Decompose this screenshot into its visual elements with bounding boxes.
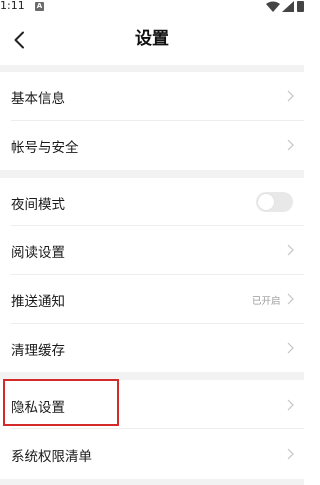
settings-row-clear-cache[interactable]: 清理缓存 bbox=[0, 324, 304, 372]
row-label: 夜间模式 bbox=[11, 197, 65, 213]
chevron-left-icon bbox=[14, 31, 24, 49]
row-label: 清理缓存 bbox=[11, 343, 65, 359]
status-bar: 1:11 A bbox=[0, 0, 304, 14]
settings-row-push[interactable]: 推送通知 已开启 bbox=[0, 275, 304, 324]
settings-row-reading[interactable]: 阅读设置 bbox=[0, 226, 304, 275]
row-label: 系统权限清单 bbox=[11, 449, 92, 465]
signal-icon bbox=[282, 1, 294, 12]
chevron-right-icon bbox=[287, 448, 294, 460]
wifi-icon bbox=[266, 1, 280, 12]
nav-bar: 设置 bbox=[0, 14, 304, 65]
row-label: 帐号与安全 bbox=[11, 140, 79, 156]
chevron-right-icon bbox=[287, 399, 294, 411]
push-status-text: 已开启 bbox=[252, 296, 281, 307]
chevron-right-icon bbox=[287, 342, 294, 354]
settings-row-night-mode: 夜间模式 bbox=[0, 178, 304, 226]
status-time: 1:11 bbox=[0, 0, 25, 12]
settings-row-basic-info[interactable]: 基本信息 bbox=[0, 72, 304, 121]
battery-icon bbox=[297, 1, 304, 12]
group-separator bbox=[0, 65, 304, 72]
back-button[interactable] bbox=[6, 26, 32, 54]
settings-row-privacy[interactable]: 隐私设置 bbox=[0, 380, 304, 429]
settings-row-account-security[interactable]: 帐号与安全 bbox=[0, 121, 304, 170]
settings-row-permissions[interactable]: 系统权限清单 bbox=[0, 429, 304, 479]
night-mode-toggle[interactable] bbox=[256, 192, 293, 212]
toggle-knob bbox=[258, 194, 274, 210]
chevron-right-icon bbox=[287, 139, 294, 151]
row-label: 基本信息 bbox=[11, 91, 65, 107]
row-label: 隐私设置 bbox=[11, 400, 65, 416]
row-label: 推送通知 bbox=[11, 294, 65, 310]
bottom-edge bbox=[0, 479, 304, 485]
chevron-right-icon bbox=[287, 293, 294, 305]
group-separator bbox=[0, 170, 304, 178]
chevron-right-icon bbox=[287, 90, 294, 102]
row-label: 阅读设置 bbox=[11, 245, 65, 261]
chevron-right-icon bbox=[287, 244, 294, 256]
group-separator bbox=[0, 372, 304, 380]
notification-icon: A bbox=[35, 2, 44, 11]
page-title: 设置 bbox=[135, 29, 169, 49]
